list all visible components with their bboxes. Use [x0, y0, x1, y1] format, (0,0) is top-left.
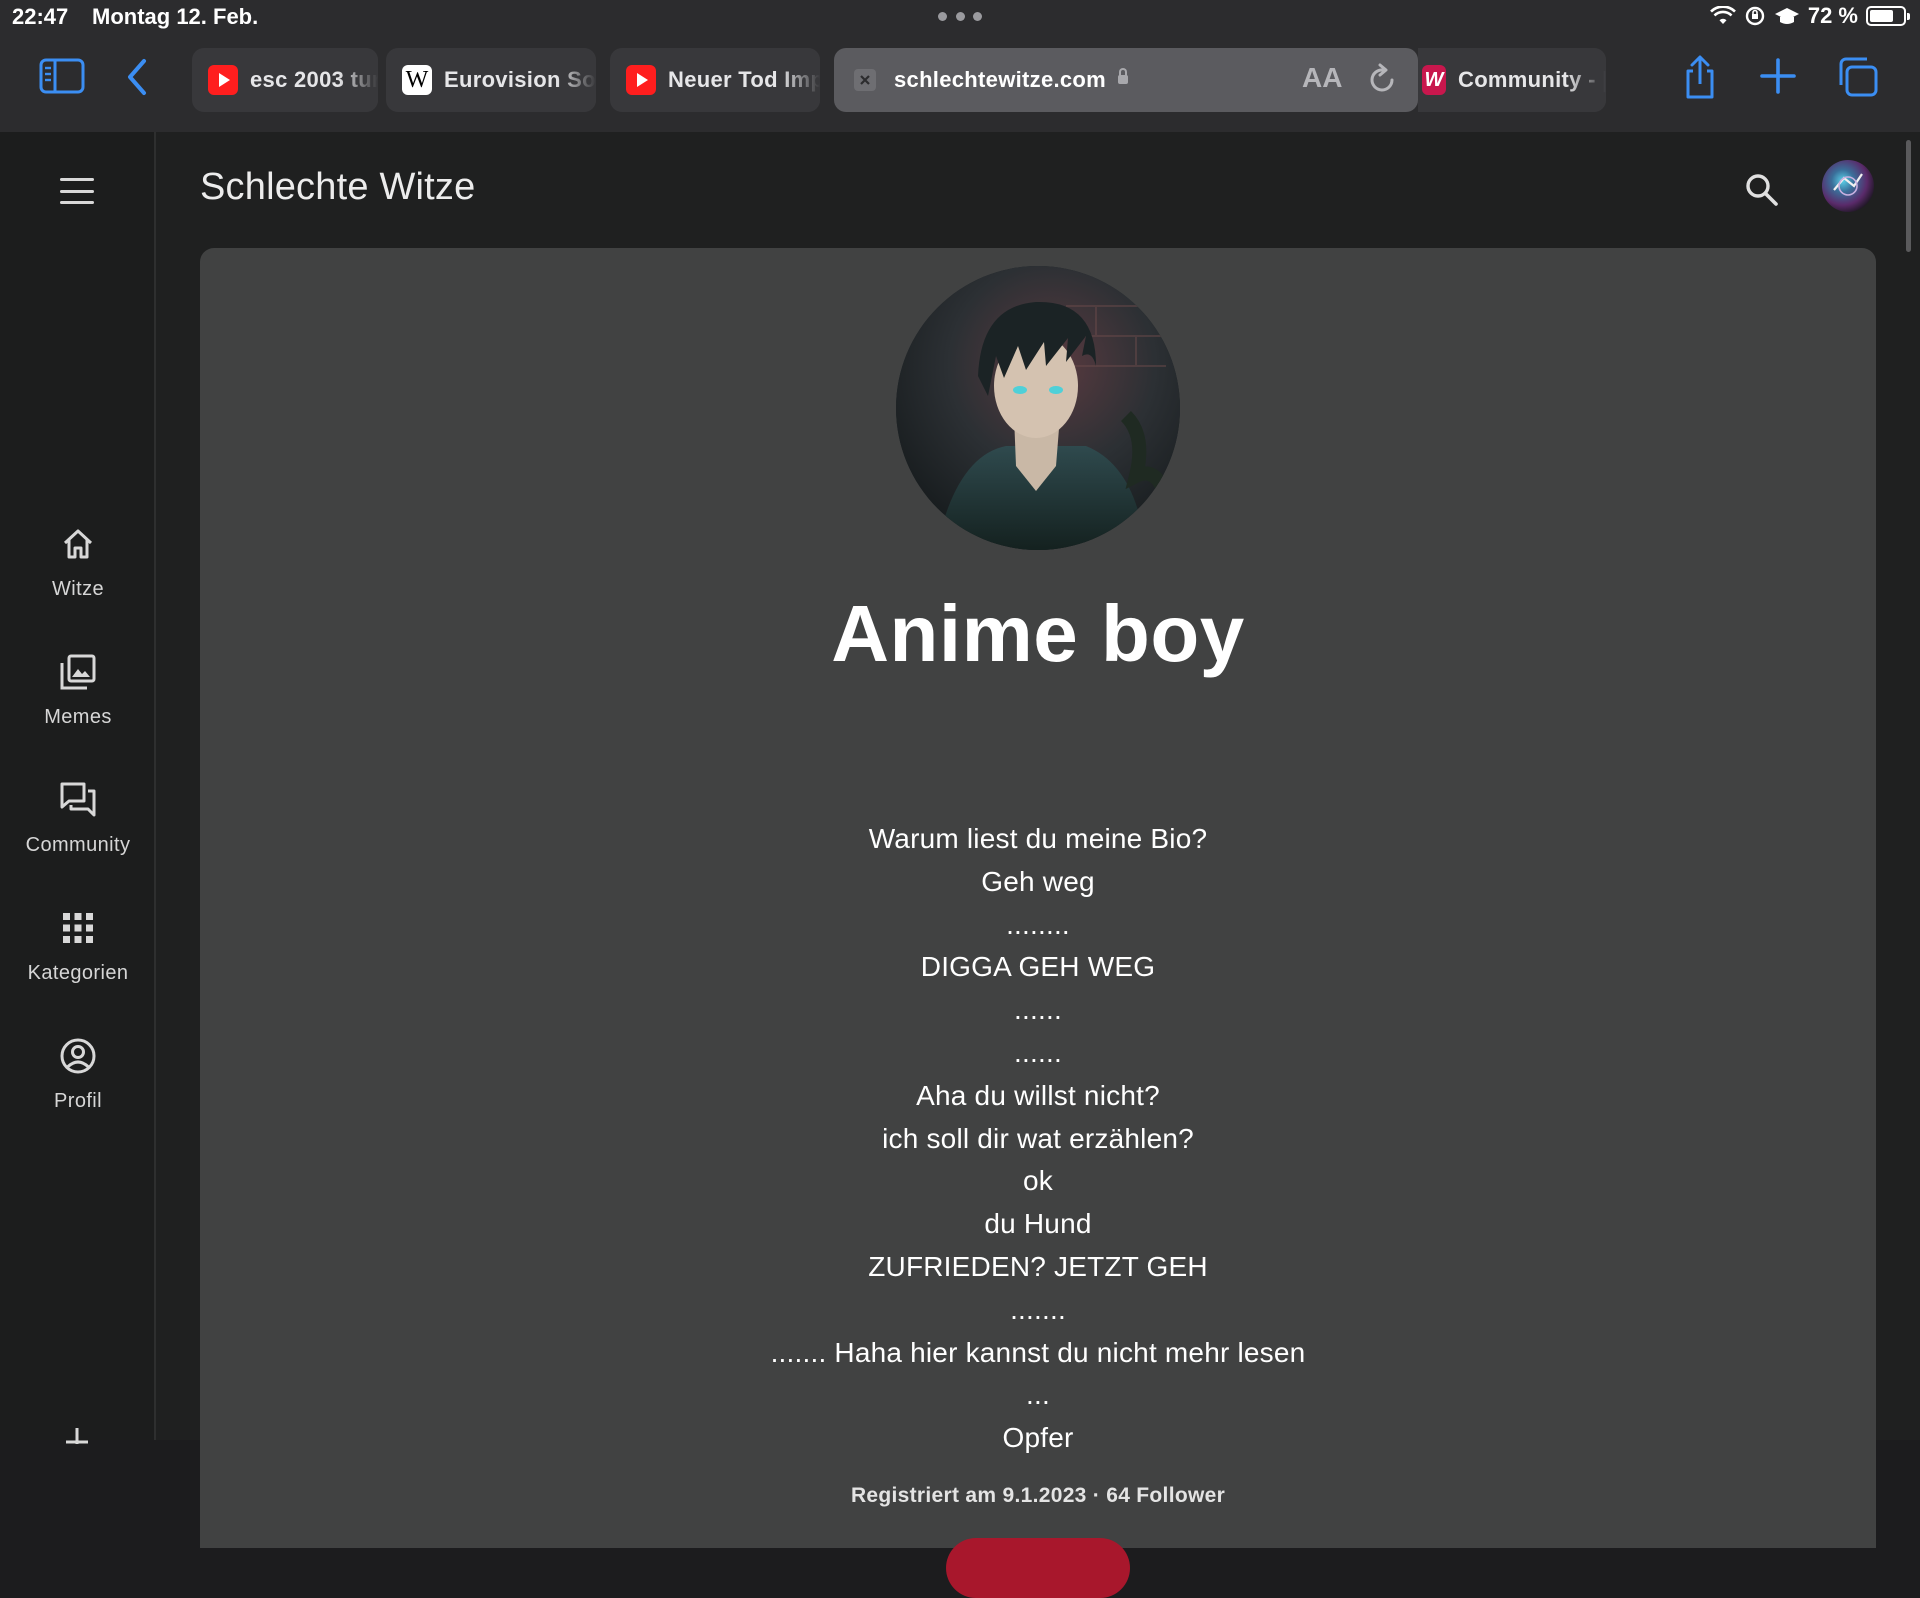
image-gallery-icon — [58, 652, 98, 692]
webpage: Witze Memes Community Kategorien Profil … — [0, 132, 1920, 1598]
sidebar: Witze Memes Community Kategorien Profil — [0, 132, 156, 1444]
user-avatar[interactable] — [1822, 160, 1874, 212]
battery-icon — [1866, 6, 1910, 26]
tab-schlechtewitze-active[interactable]: schlechtewitze.com AA — [834, 48, 1418, 112]
apps-grid-icon — [58, 908, 98, 948]
youtube-icon — [626, 65, 656, 95]
sidebar-item-label: Witze — [52, 578, 104, 600]
browser-toolbar: esc 2003 tur W Eurovision So Neuer Tod I… — [0, 34, 1920, 132]
bio-line: ich soll dir wat erzählen? — [882, 1122, 1194, 1154]
status-date: Montag 12. Feb. — [92, 4, 259, 29]
address-label[interactable]: schlechtewitze.com — [894, 67, 1106, 93]
search-icon[interactable] — [1744, 172, 1780, 213]
bio-line: Geh weg — [981, 865, 1095, 897]
bio-line: Aha du willst nicht? — [916, 1079, 1160, 1111]
forum-icon — [58, 780, 98, 820]
bio-line: ZUFRIEDEN? JETZT GEH — [868, 1250, 1208, 1282]
sidebar-item-label: Memes — [44, 706, 112, 728]
account-circle-icon — [58, 1036, 98, 1076]
sidebar-item-label: Profil — [54, 1090, 102, 1112]
tab-community[interactable]: W Community - | on — [1418, 48, 1606, 112]
bio-line: ...... — [1014, 994, 1062, 1026]
new-tab-plus-icon[interactable] — [1758, 56, 1798, 96]
tab-eurovision[interactable]: W Eurovision So — [386, 48, 596, 112]
wifi-icon — [1709, 6, 1736, 26]
sidebar-item-label: Community — [25, 834, 131, 856]
bio-line: ........ — [1006, 908, 1070, 940]
settings-sliders-icon[interactable] — [60, 1428, 94, 1448]
status-time: 22:47 — [12, 4, 69, 29]
sidebar-item-kategorien[interactable]: Kategorien — [0, 908, 156, 1018]
youtube-icon — [208, 65, 238, 95]
tab-overview-icon[interactable] — [1836, 56, 1880, 98]
orientation-lock-icon — [1744, 5, 1766, 27]
wikipedia-icon: W — [402, 65, 432, 95]
bio-line: ...... — [1014, 1036, 1062, 1068]
graduation-cap-icon — [1774, 5, 1800, 27]
sidebar-toggle-icon[interactable] — [38, 56, 86, 96]
sidebar-item-profil[interactable]: Profil — [0, 1036, 156, 1146]
sidebar-item-community[interactable]: Community — [0, 780, 156, 890]
bio-line: ... — [1026, 1379, 1050, 1411]
profile-avatar — [896, 266, 1180, 550]
bio-line: ok — [1023, 1165, 1053, 1197]
bio-line: Warum liest du meine Bio? — [868, 823, 1208, 854]
close-icon[interactable] — [854, 69, 876, 91]
bio-line: DIGGA GEH WEG — [920, 951, 1156, 983]
bio-line: du Hund — [984, 1208, 1092, 1240]
profile-bio: Warum liest du meine Bio? Geh weg ......… — [200, 818, 1876, 1460]
tab-neuer-tod[interactable]: Neuer Tod Imp — [610, 48, 820, 112]
hamburger-menu-icon[interactable] — [60, 178, 94, 204]
status-right: 72 % — [1709, 3, 1910, 29]
back-chevron-icon[interactable] — [122, 56, 152, 98]
profile-card: Anime boy Warum liest du meine Bio? Geh … — [200, 248, 1876, 1598]
bio-line: Opfer — [1002, 1422, 1074, 1454]
bio-line: ....... — [1010, 1293, 1066, 1325]
profile-name: Anime boy — [831, 589, 1245, 678]
reader-aa-button[interactable]: AA — [1302, 62, 1342, 94]
sidebar-item-witze[interactable]: Witze — [0, 524, 156, 634]
lock-icon — [1118, 67, 1129, 84]
battery-percent: 72 % — [1807, 3, 1858, 28]
w-icon: W — [1422, 65, 1446, 95]
site-title[interactable]: Schlechte Witze — [200, 166, 475, 209]
multitasking-dots[interactable] — [938, 12, 982, 22]
tab-esc-2003[interactable]: esc 2003 tur — [192, 48, 378, 112]
bio-line: ....... Haha hier kannst du nicht mehr l… — [770, 1336, 1306, 1368]
share-icon[interactable] — [1680, 54, 1720, 102]
page-scrollbar[interactable] — [1906, 140, 1911, 252]
sidebar-item-label: Kategorien — [27, 962, 129, 984]
follow-button[interactable] — [946, 1538, 1130, 1598]
profile-meta: Registriert am 9.1.2023 · 64 Follower — [850, 1484, 1226, 1507]
sidebar-item-memes[interactable]: Memes — [0, 652, 156, 762]
home-icon — [58, 524, 98, 564]
reload-icon[interactable] — [1366, 62, 1398, 101]
status-bar: 22:47 Montag 12. Feb. 72 % — [0, 0, 1920, 34]
